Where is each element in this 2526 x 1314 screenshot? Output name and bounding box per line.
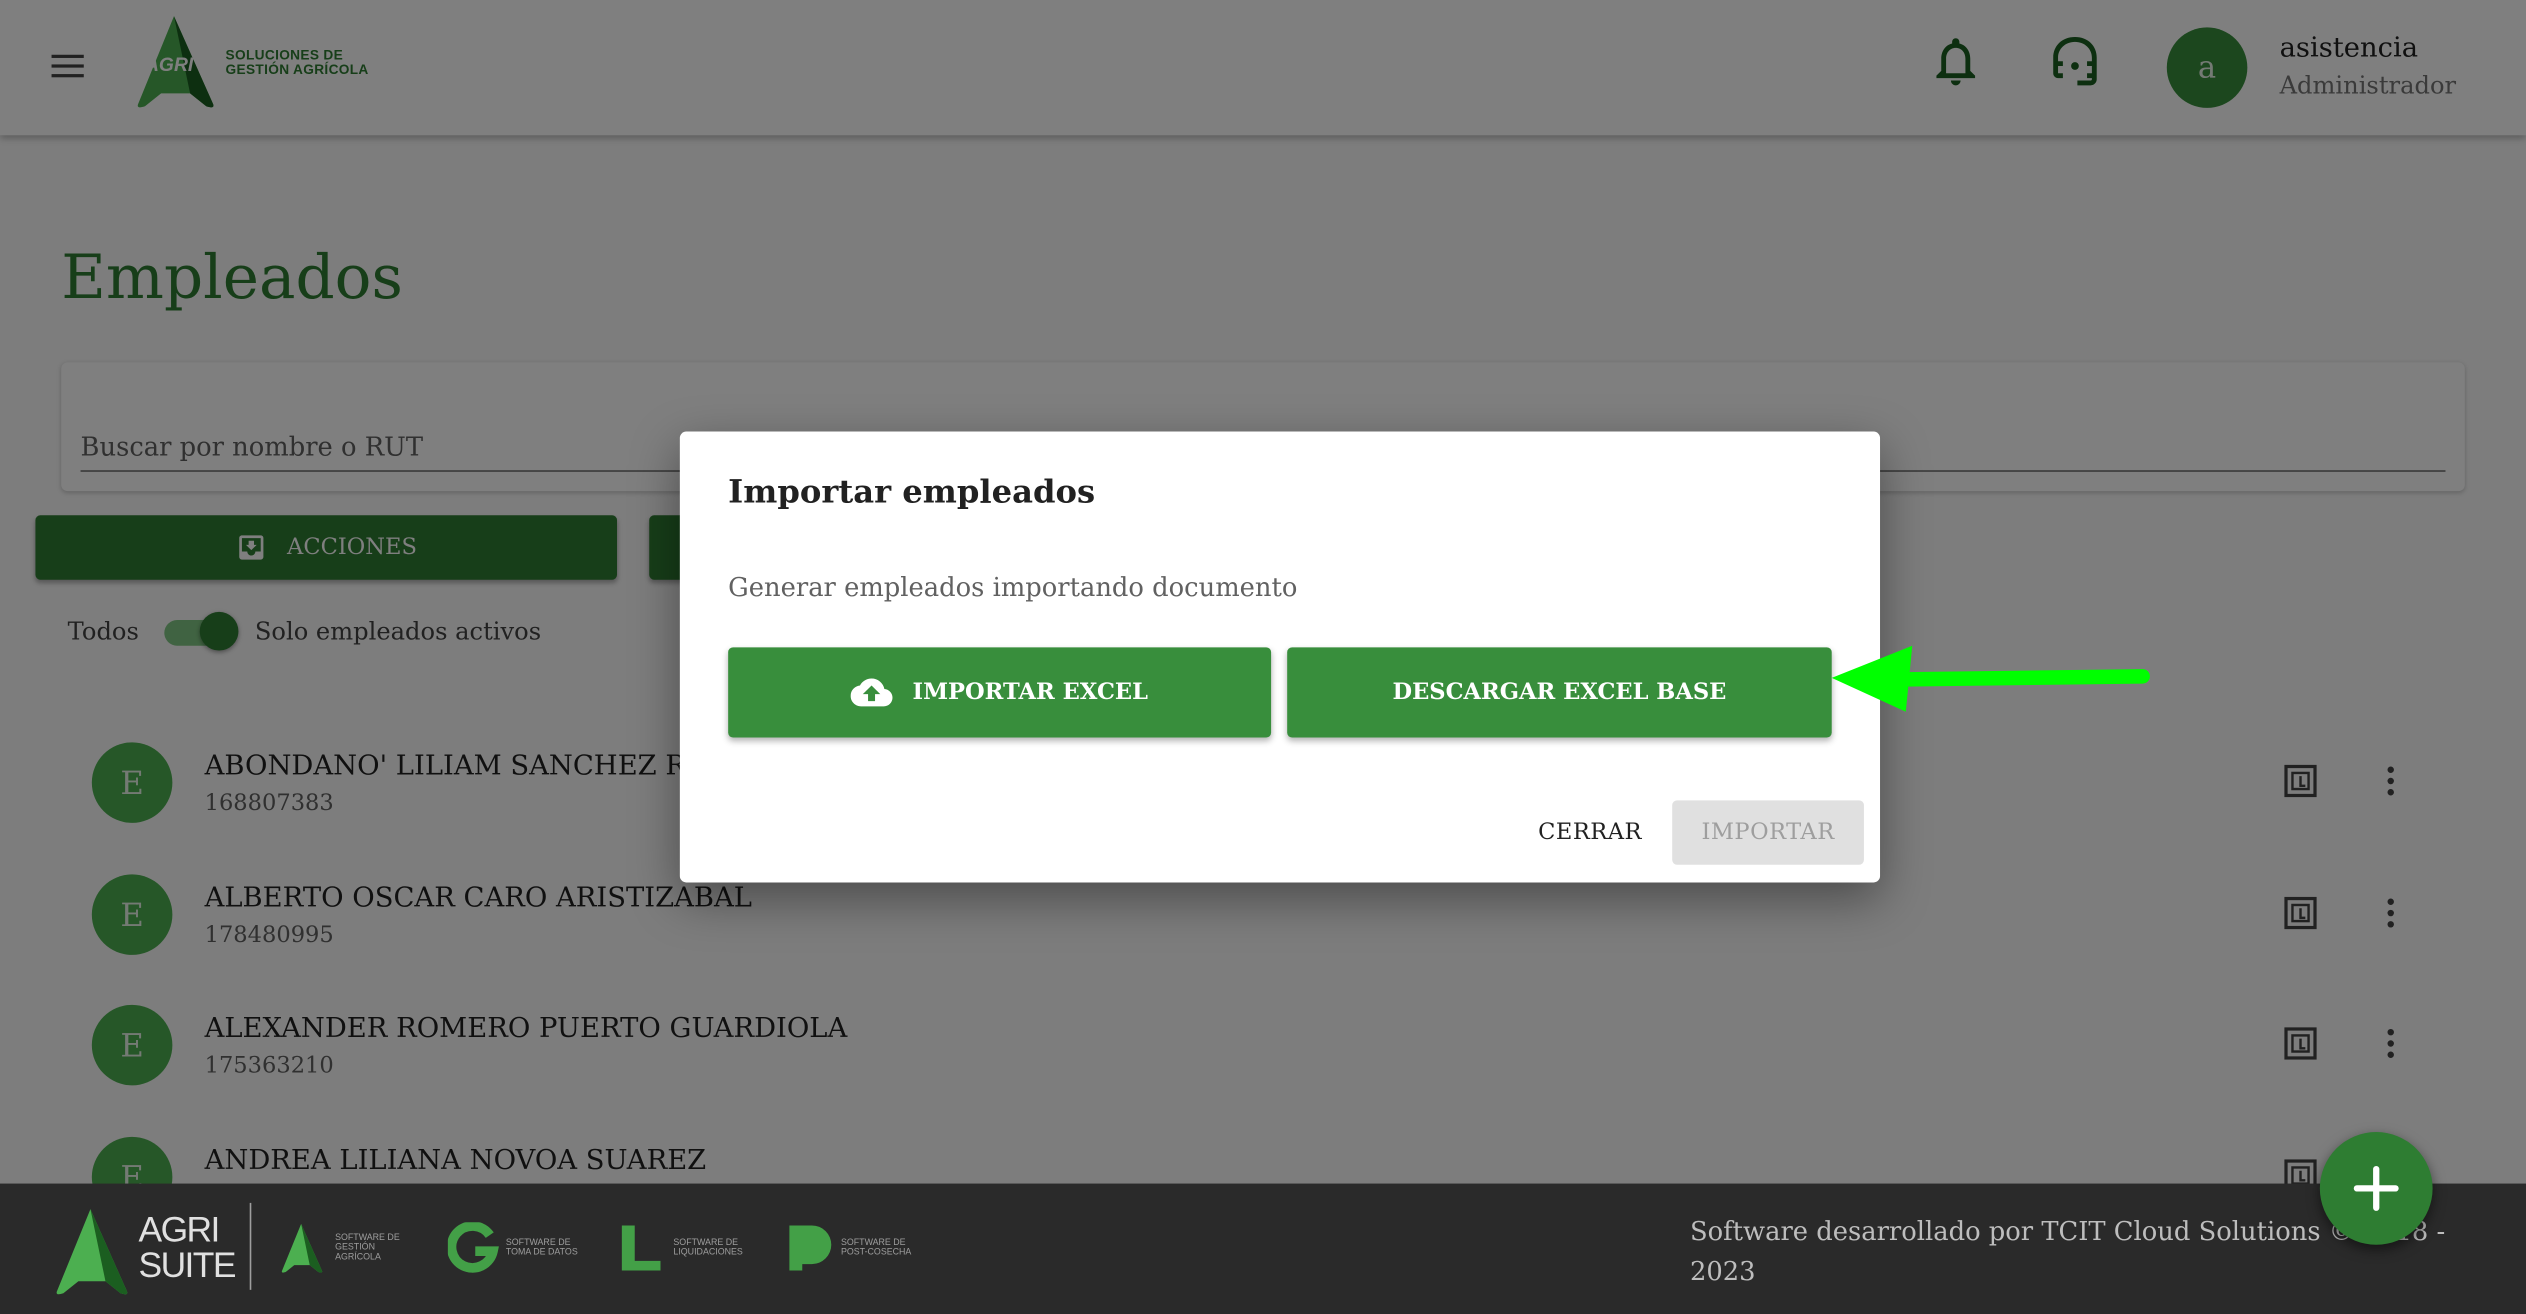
import-button[interactable]: IMPORTAR — [1672, 800, 1864, 865]
agri-product-icon — [281, 1223, 323, 1273]
product-pakit[interactable]: Software de post-cosecha — [783, 1219, 918, 1277]
import-excel-label: IMPORTAR EXCEL — [912, 679, 1148, 706]
app-root: AGRI SOLUCIONES DE GESTIÓN AGRÍCOLA a as… — [0, 0, 2526, 1314]
pakit-product-icon — [789, 1225, 832, 1271]
add-employee-button[interactable] — [2319, 1132, 2433, 1245]
grant-product-icon — [447, 1222, 499, 1273]
import-excel-button[interactable]: IMPORTAR EXCEL — [728, 647, 1272, 738]
likit-product-icon — [621, 1225, 661, 1271]
cloud-upload-icon — [851, 678, 894, 707]
product-grant[interactable]: Software de toma de datos — [447, 1219, 583, 1277]
import-employees-dialog: Importar empleados Generar empleados imp… — [679, 431, 1881, 883]
dialog-title: Importar empleados — [728, 471, 1096, 511]
footer-divider — [249, 1202, 252, 1290]
close-button[interactable]: CERRAR — [1518, 800, 1663, 864]
product-agri[interactable]: Software de gestión agrícola — [277, 1219, 412, 1277]
download-excel-label: DESCARGAR EXCEL BASE — [1392, 679, 1727, 706]
download-base-excel-button[interactable]: DESCARGAR EXCEL BASE — [1287, 647, 1832, 738]
product-likit[interactable]: Software de liquidaciones — [615, 1219, 750, 1277]
dialog-description: Generar empleados importando documento — [728, 571, 1298, 603]
plus-icon — [2353, 1165, 2399, 1211]
agrisuite-logo-icon — [56, 1209, 128, 1295]
agrisuite-wordmark: AGRI SUITE — [138, 1209, 237, 1286]
